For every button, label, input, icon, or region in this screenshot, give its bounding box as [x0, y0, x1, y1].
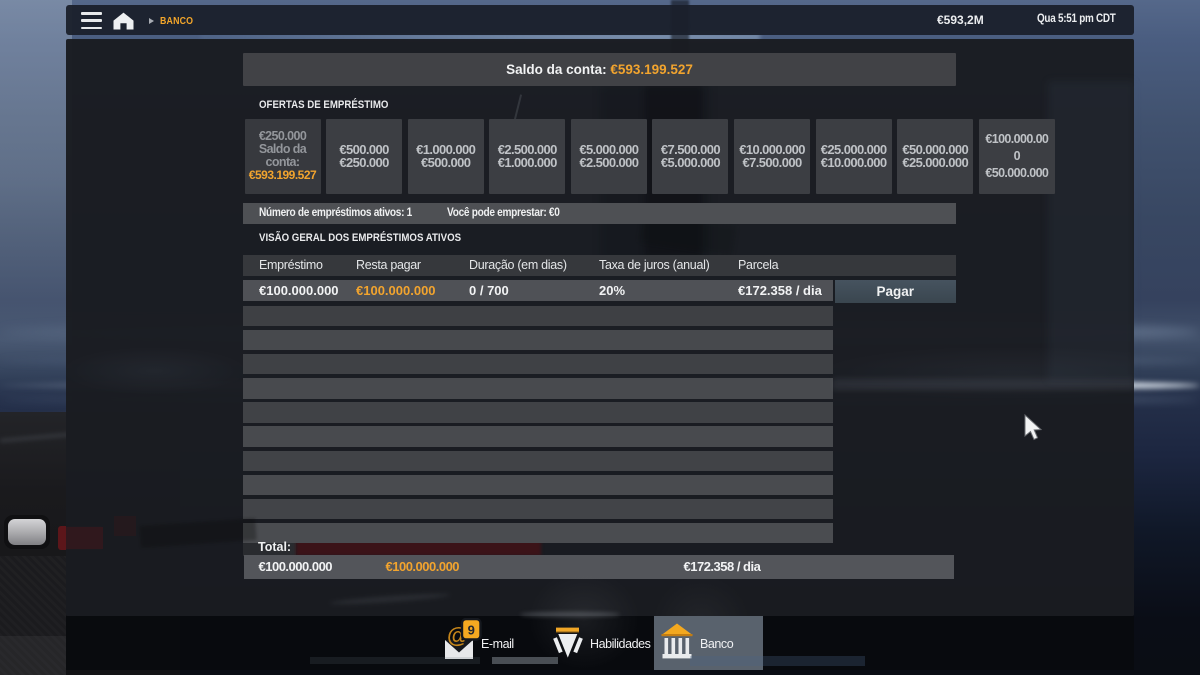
svg-text:9: 9: [468, 623, 475, 638]
